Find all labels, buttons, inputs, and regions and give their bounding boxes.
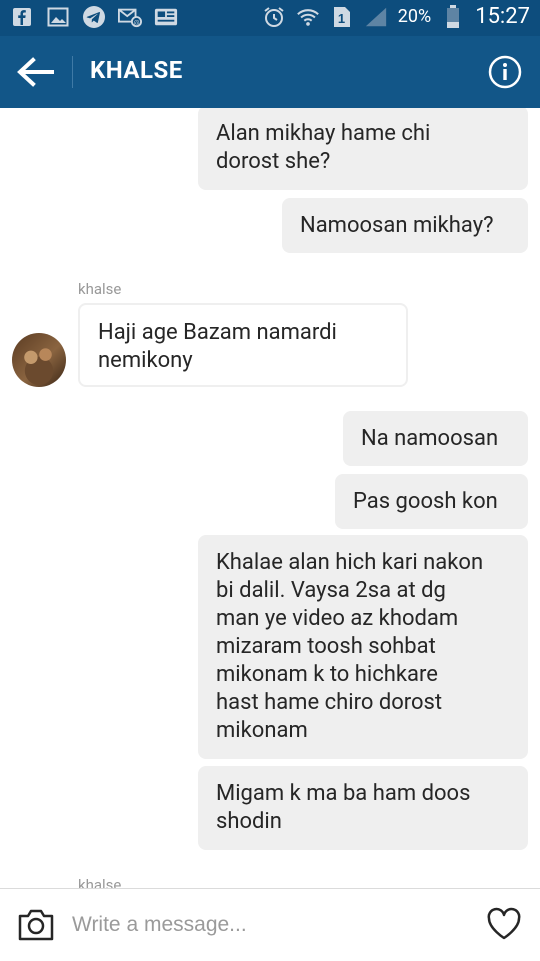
- signal-icon: [364, 5, 388, 29]
- info-icon: [488, 55, 522, 89]
- battery-level: 20%: [397, 6, 432, 27]
- conversation-title: KHALSE: [90, 56, 183, 84]
- message-bubble[interactable]: Namoosan mikhay?: [282, 198, 528, 253]
- facebook-icon: [10, 5, 34, 29]
- status-bar: @ 1 20% 15:27: [0, 0, 540, 36]
- sender-name: khalse: [78, 876, 122, 888]
- back-arrow-icon: [17, 57, 54, 87]
- heart-icon: [487, 907, 521, 940]
- back-button[interactable]: [14, 54, 56, 90]
- gallery-icon: [46, 5, 70, 29]
- message-bubble[interactable]: Na namoosan: [343, 411, 528, 466]
- battery-icon: [441, 4, 465, 29]
- sender-name: khalse: [78, 280, 122, 298]
- news-icon: [154, 5, 178, 29]
- message-bubble[interactable]: Alan mikhay hame chi dorost she?: [198, 108, 528, 190]
- like-button[interactable]: [486, 907, 522, 941]
- info-button[interactable]: [488, 55, 522, 89]
- svg-text:@: @: [134, 18, 140, 26]
- sms-icon: @: [118, 5, 142, 29]
- sim-icon: 1: [330, 5, 354, 29]
- notification-icons: @: [10, 5, 178, 29]
- message-bubble[interactable]: Pas goosh kon: [335, 474, 528, 529]
- alarm-icon: [262, 5, 286, 29]
- sim-number: 1: [338, 11, 345, 26]
- wifi-icon: [296, 5, 320, 29]
- telegram-icon: [82, 5, 106, 29]
- clock: 15:27: [475, 4, 530, 29]
- avatar[interactable]: [12, 333, 66, 387]
- message-list[interactable]: Alan mikhay hame chi dorost she? Namoosa…: [0, 108, 540, 888]
- message-bubble[interactable]: Khalae alan hich kari nakon bi dalil. Va…: [198, 535, 528, 759]
- camera-button[interactable]: [16, 906, 56, 944]
- camera-icon: [18, 909, 54, 941]
- header-divider: [72, 56, 73, 88]
- system-icons: 1 20% 15:27: [262, 4, 530, 29]
- message-input[interactable]: [72, 907, 462, 943]
- conversation-header: KHALSE: [0, 36, 540, 108]
- message-bubble[interactable]: Haji age Bazam namardi nemikony: [78, 303, 408, 387]
- message-composer: [0, 888, 540, 961]
- message-bubble[interactable]: Migam k ma ba ham doos shodin: [198, 766, 528, 850]
